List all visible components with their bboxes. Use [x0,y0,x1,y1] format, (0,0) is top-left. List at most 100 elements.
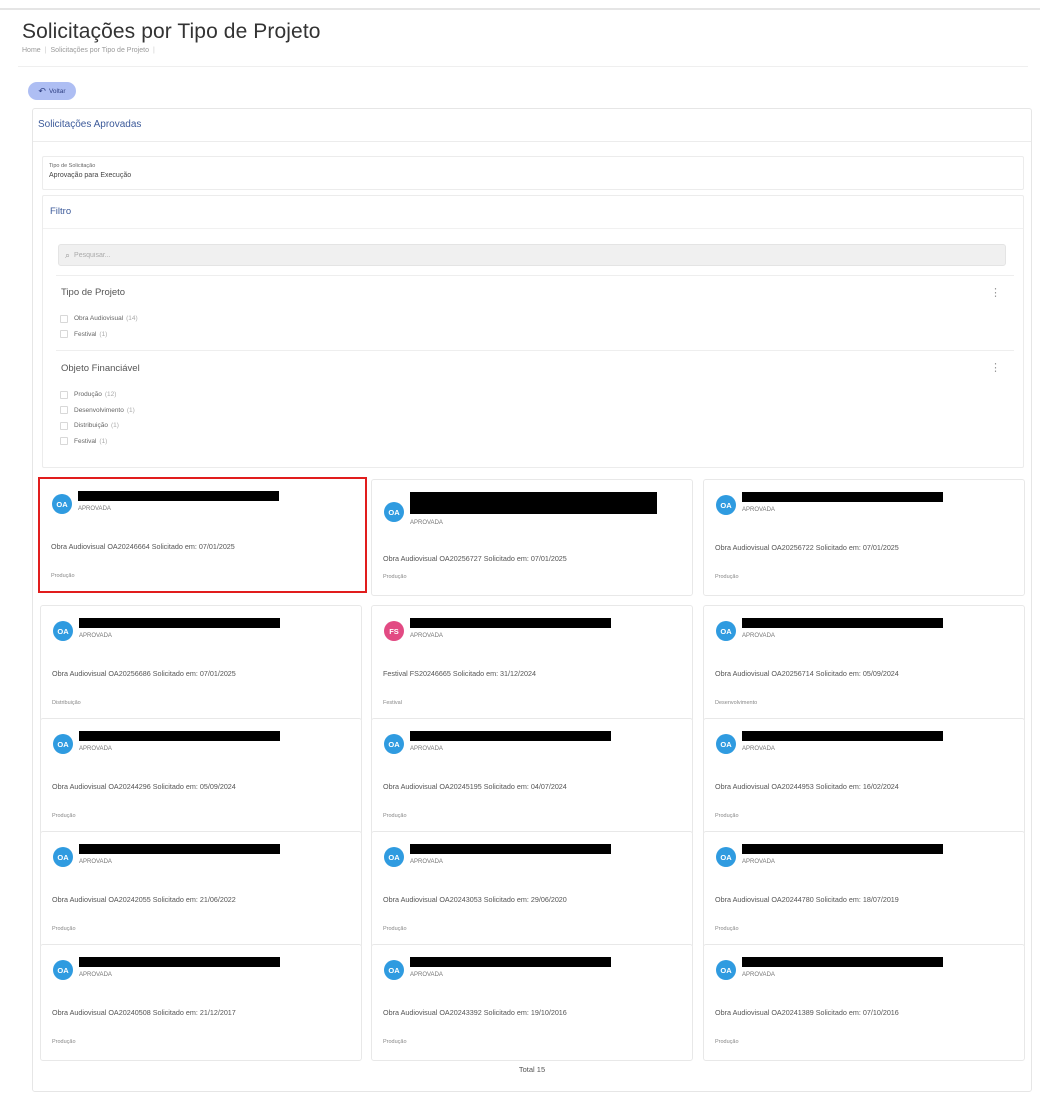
request-card[interactable]: OA APROVADA Obra Audiovisual OA20256727 So… [371,479,693,596]
facet-title-project-type: Tipo de Projeto [61,287,126,298]
facet-option[interactable]: Desenvolvimento (1) [60,403,135,419]
checkbox[interactable] [60,406,68,415]
back-button[interactable]: ↶ Voltar [28,82,76,100]
page-title: Solicitações por Tipo de Projeto [22,20,321,43]
financial-object-tag: Produção [52,926,76,932]
request-card[interactable]: OA APROVADA Obra Audiovisual OA20243392 So… [371,944,693,1061]
facet-option-count: (1) [126,406,135,414]
facet-list-financial-object: Produção (12) Desenvolvimento (1) Distri… [60,387,135,449]
request-description: Obra Audiovisual OA20256722 Solicitado e… [715,543,899,552]
project-type-avatar: OA [384,847,404,867]
divider [56,275,1014,276]
status-badge: APROVADA [79,633,112,639]
checkbox[interactable] [60,437,68,446]
facet-option[interactable]: Distribuição (1) [60,418,135,434]
project-type-avatar: FS [384,621,404,641]
redacted-project-title [410,957,611,967]
financial-object-tag: Produção [383,574,407,580]
project-type-avatar: OA [53,847,73,867]
request-card[interactable]: OA APROVADA Obra Audiovisual OA20245195 So… [371,718,693,835]
project-type-avatar: OA [53,734,73,754]
more-options-icon[interactable]: ⋮ [990,288,1001,299]
request-description: Obra Audiovisual OA20246664 Solicitado e… [51,542,235,551]
more-options-icon[interactable]: ⋮ [990,363,1001,374]
checkbox[interactable] [60,390,68,399]
request-card[interactable]: OA APROVADA Obra Audiovisual OA20243053 So… [371,831,693,948]
request-card[interactable]: OA APROVADA Obra Audiovisual OA20244953 So… [703,718,1025,835]
facet-option-count: (1) [99,437,108,445]
request-card[interactable]: OA APROVADA Obra Audiovisual OA20256722 So… [703,479,1025,596]
request-type-value: Aprovação para Execução [49,172,132,179]
facet-option[interactable]: Produção (12) [60,387,135,403]
facet-option[interactable]: Festival (1) [60,434,135,450]
redacted-project-title [410,618,611,628]
financial-object-tag: Produção [715,1039,739,1045]
financial-object-tag: Desenvolvimento [715,700,758,706]
financial-object-tag: Distribuição [52,700,81,706]
header-divider [18,66,1028,67]
facet-option-label: Obra Audiovisual [74,315,124,323]
facet-option-label: Festival [74,330,97,338]
redacted-project-title [742,492,943,502]
request-type-label: Tipo de Solicitação [49,163,96,169]
status-badge: APROVADA [79,972,112,978]
request-description: Obra Audiovisual OA20245195 Solicitado e… [383,782,567,791]
facet-option-label: Desenvolvimento [74,406,124,414]
request-description: Obra Audiovisual OA20256714 Solicitado e… [715,669,899,678]
status-badge: APROVADA [742,507,775,513]
status-badge: APROVADA [742,859,775,865]
request-description: Obra Audiovisual OA20244780 Solicitado e… [715,895,899,904]
search-input[interactable] [74,251,975,259]
search-icon: ⌕ [65,249,71,260]
project-type-avatar: OA [384,502,404,522]
divider [43,228,1023,229]
financial-object-tag: Produção [52,813,76,819]
project-type-avatar: OA [384,960,404,980]
project-type-avatar: OA [53,621,73,641]
checkbox[interactable] [60,314,68,323]
project-type-avatar: OA [716,495,736,515]
top-border [0,8,1040,10]
back-button-label: Voltar [48,87,66,95]
search-box[interactable]: ⌕ [58,244,1006,266]
request-card[interactable]: OA APROVADA Obra Audiovisual OA20244780 So… [703,831,1025,948]
request-description: Obra Audiovisual OA20244296 Solicitado e… [52,782,236,791]
filter-title: Filtro [50,206,72,217]
page-header: Solicitações por Tipo de Projeto Home | … [22,20,321,54]
financial-object-tag: Produção [52,1039,76,1045]
checkbox[interactable] [60,421,68,430]
status-badge: APROVADA [79,859,112,865]
divider [33,141,1031,142]
facet-option-count: (1) [99,330,108,338]
facet-option[interactable]: Obra Audiovisual (14) [60,311,138,327]
request-card[interactable]: OA APROVADA Obra Audiovisual OA20256686 So… [40,605,362,722]
request-card[interactable]: OA APROVADA Obra Audiovisual OA20246664 So… [38,477,367,593]
redacted-project-title [79,957,280,967]
status-badge: APROVADA [410,972,443,978]
redacted-project-title [78,491,279,501]
reply-arrow-icon: ↶ [38,85,46,96]
facet-option[interactable]: Festival (1) [60,327,138,343]
redacted-project-title [410,844,611,854]
request-card[interactable]: OA APROVADA Obra Audiovisual OA20242055 So… [40,831,362,948]
breadcrumb-home[interactable]: Home [22,47,41,54]
breadcrumb-separator: | [44,47,47,54]
request-description: Obra Audiovisual OA20243053 Solicitado e… [383,895,567,904]
request-type-box: Tipo de Solicitação Aprovação para Execu… [42,156,1024,190]
request-card[interactable]: OA APROVADA Obra Audiovisual OA20240508 So… [40,944,362,1061]
project-type-avatar: OA [716,621,736,641]
project-type-avatar: OA [716,847,736,867]
request-card[interactable]: OA APROVADA Obra Audiovisual OA20241389 So… [703,944,1025,1061]
facet-option-count: (12) [104,391,117,399]
financial-object-tag: Produção [383,813,407,819]
project-type-avatar: OA [384,734,404,754]
redacted-project-title [742,731,943,741]
financial-object-tag: Produção [715,926,739,932]
request-description: Obra Audiovisual OA20256727 Solicitado e… [383,554,567,563]
project-type-avatar: OA [716,960,736,980]
checkbox[interactable] [60,330,68,339]
panel-title: Solicitações Aprovadas [38,119,142,130]
request-card[interactable]: OA APROVADA Obra Audiovisual OA20244296 So… [40,718,362,835]
request-card[interactable]: OA APROVADA Obra Audiovisual OA20256714 So… [703,605,1025,722]
request-card[interactable]: FS APROVADA Festival FS20246665 Solicitado… [371,605,693,722]
